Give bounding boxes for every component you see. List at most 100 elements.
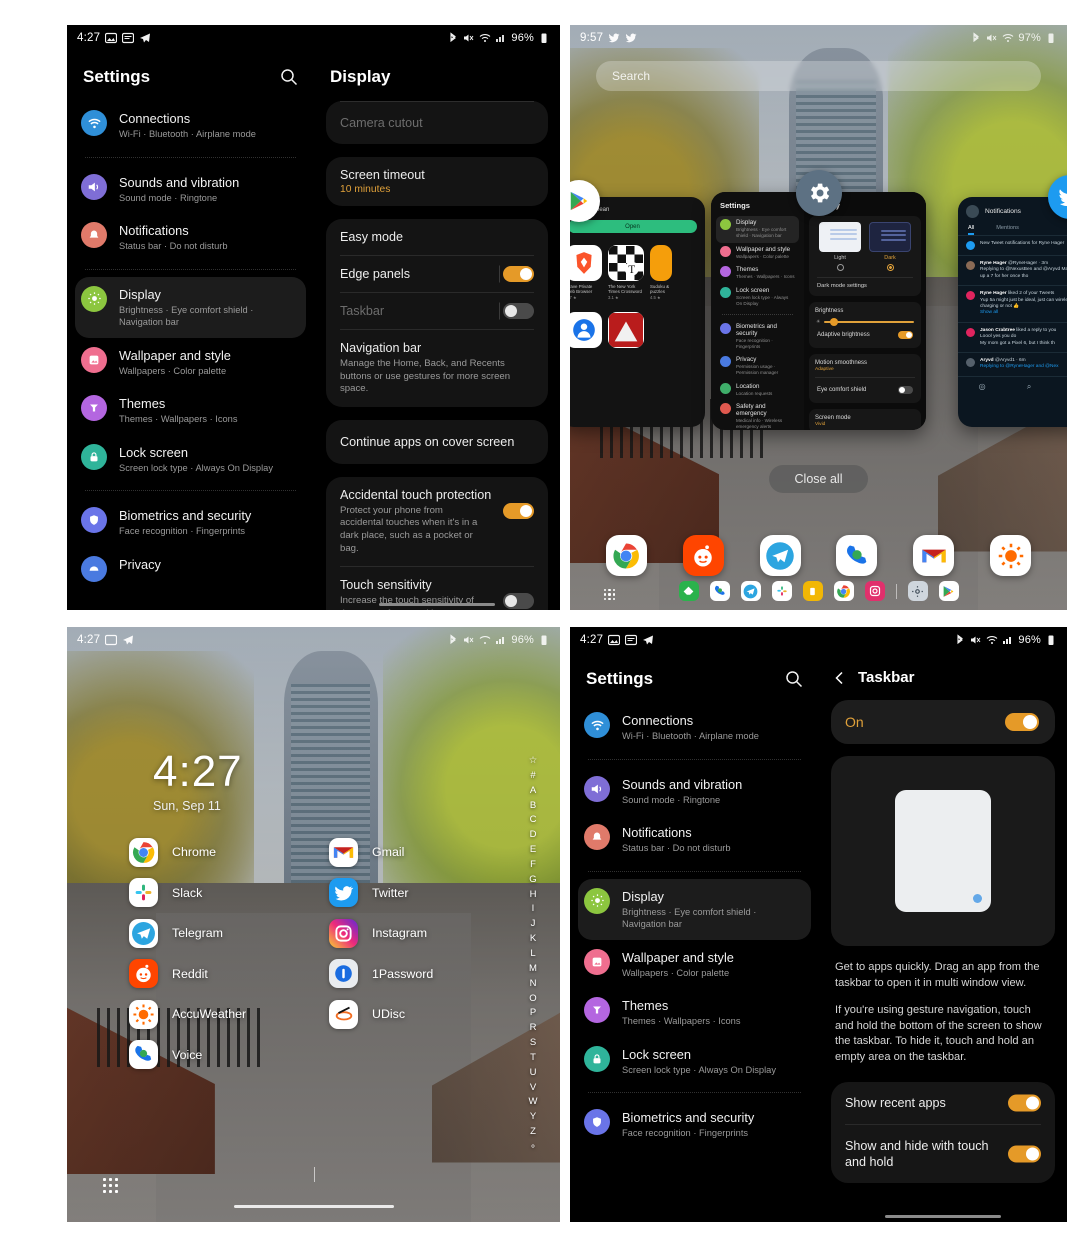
- twitter-tabs[interactable]: All Mentions: [958, 222, 1067, 235]
- play-store-app[interactable]: Brave Private Web Browser 4.7 ★: [570, 245, 602, 300]
- search-icon[interactable]: [280, 68, 298, 86]
- sidebar-item-lock-screen[interactable]: Lock screen Screen lock type · Always On…: [67, 435, 314, 484]
- alpha-item[interactable]: L: [530, 948, 535, 959]
- app-item-gmail[interactable]: Gmail: [329, 832, 529, 873]
- sidebar-item-sounds-and-vibration[interactable]: Sounds and vibration Sound mode · Ringto…: [67, 165, 314, 214]
- taskbar-detail[interactable]: Taskbar On Get to apps quickly. Drag an …: [819, 653, 1067, 1222]
- play-store-open-button[interactable]: Open: [570, 220, 697, 233]
- alpha-item[interactable]: #: [530, 770, 535, 781]
- camera-cutout-row[interactable]: Camera cutout: [326, 102, 548, 144]
- tab-mentions[interactable]: Mentions: [996, 225, 1019, 235]
- alpha-item[interactable]: S: [530, 1037, 536, 1048]
- mini-screen-mode-card[interactable]: Screen mode Vivid: [809, 409, 921, 430]
- sidebar-item-themes[interactable]: Themes Themes · Wallpapers · Icons: [67, 386, 314, 435]
- alpha-item[interactable]: Z: [530, 1126, 536, 1137]
- slack-icon[interactable]: [771, 581, 792, 601]
- alpha-item[interactable]: R: [530, 1022, 537, 1033]
- search-icon[interactable]: ⌕: [1027, 382, 1031, 392]
- feedly-icon[interactable]: [678, 581, 699, 601]
- voice-icon[interactable]: [709, 581, 730, 601]
- notification-item[interactable]: Ryne Hager liked 2 of your Tweets Yup 5a…: [958, 285, 1067, 322]
- alpha-item[interactable]: ∘: [530, 1141, 536, 1152]
- continue-apps-row[interactable]: Continue apps on cover screen: [326, 420, 548, 464]
- spaces-icon[interactable]: ◎: [979, 382, 986, 392]
- voice-icon[interactable]: [836, 535, 878, 576]
- alpha-item[interactable]: W: [529, 1096, 538, 1107]
- sidebar-item-display[interactable]: Display Brightness · Eye comfort shield …: [75, 276, 306, 338]
- sidebar-item-biometrics-and-security[interactable]: Biometrics and security Face recognition…: [67, 498, 314, 547]
- clock-widget[interactable]: 4:27: [153, 747, 243, 797]
- sidebar-item-themes[interactable]: Themes Themes · Wallpapers · Icons: [570, 988, 819, 1037]
- alpha-item[interactable]: E: [530, 844, 536, 855]
- show-hide-touch-hold-row[interactable]: Show and hide with touch and hold: [831, 1125, 1055, 1183]
- camera-cutout-card[interactable]: Camera cutout: [326, 101, 548, 144]
- taskbar-toggle[interactable]: [503, 303, 534, 319]
- show-recent-apps-row[interactable]: Show recent apps: [831, 1082, 1055, 1124]
- navigation-bar-row[interactable]: Navigation bar Manage the Home, Back, an…: [326, 330, 548, 407]
- home-indicator[interactable]: [885, 1214, 1001, 1218]
- mini-brightness-card[interactable]: Brightness ☀ Adaptive brightness: [809, 302, 921, 348]
- alpha-item[interactable]: A: [530, 785, 536, 796]
- tab-all[interactable]: All: [968, 225, 975, 235]
- sidebar-item-biometrics-and-security[interactable]: Biometrics and security Face recognition…: [570, 1100, 819, 1149]
- adaptive-brightness-row[interactable]: Adaptive brightness: [815, 328, 915, 342]
- alpha-item[interactable]: D: [530, 829, 537, 840]
- sidebar-item-display[interactable]: Display Brightness · Eye comfort shield …: [578, 878, 811, 940]
- avatar[interactable]: [966, 261, 975, 270]
- instagram-icon[interactable]: [864, 581, 885, 601]
- dark-mode-option[interactable]: Dark: [869, 222, 911, 271]
- home-dock[interactable]: [570, 535, 1067, 576]
- play-store-app[interactable]: T The New York Times Crossword 3.1 ★: [608, 245, 644, 300]
- taskbar[interactable]: [570, 578, 1067, 604]
- home-indicator[interactable]: [379, 602, 495, 606]
- alpha-item[interactable]: G: [529, 874, 536, 885]
- mini-item-display[interactable]: Display Brightness · Eye comfort shield …: [716, 216, 799, 243]
- sidebar-item-notifications[interactable]: Notifications Status bar · Do not distur…: [67, 213, 314, 262]
- mini-item-themes[interactable]: Themes Themes · Wallpapers · Icons: [716, 263, 799, 284]
- easy-mode-row[interactable]: Easy mode: [326, 219, 548, 255]
- taskbar-row[interactable]: Taskbar: [326, 293, 548, 329]
- alpha-item[interactable]: Y: [530, 1111, 536, 1122]
- notification-item[interactable]: Jason Crabtree liked a reply to you Looo…: [958, 321, 1067, 352]
- play-store-app[interactable]: Sudoku & puzzles 4.5 ★: [650, 245, 672, 300]
- app-item-chrome[interactable]: Chrome: [129, 832, 329, 873]
- alpha-item[interactable]: T: [530, 1052, 536, 1063]
- mini-item-safety[interactable]: Safety and emergency Medical info · Wire…: [716, 400, 799, 430]
- app-item-telegram[interactable]: Telegram: [129, 913, 329, 954]
- mini-item-lock-screen[interactable]: Lock screen Screen lock type · Always On…: [716, 284, 799, 311]
- onepassword-icon[interactable]: [802, 581, 823, 601]
- sidebar-item-connections[interactable]: Connections Wi-Fi · Bluetooth · Airplane…: [67, 101, 314, 150]
- date-widget[interactable]: Sun, Sep 11: [153, 799, 221, 813]
- telegram-icon[interactable]: [759, 535, 801, 576]
- alpha-item[interactable]: I: [532, 903, 535, 914]
- chrome-icon[interactable]: [833, 581, 854, 601]
- alpha-item[interactable]: N: [530, 978, 537, 989]
- settings-app-badge[interactable]: [796, 170, 842, 216]
- edge-panels-toggle[interactable]: [503, 266, 534, 282]
- accidental-touch-toggle[interactable]: [503, 502, 534, 519]
- taskbar-on-card[interactable]: On: [831, 700, 1055, 744]
- alpha-item[interactable]: V: [530, 1082, 536, 1093]
- dark-mode-settings-link[interactable]: Dark mode settings: [815, 278, 915, 290]
- mini-item-biometrics[interactable]: Biometrics and security Face recognition…: [716, 319, 799, 353]
- app-item-instagram[interactable]: Instagram: [329, 913, 529, 954]
- mini-item-wallpaper[interactable]: Wallpaper and style Wallpapers · Color p…: [716, 243, 799, 264]
- dark-radio[interactable]: [886, 264, 894, 271]
- mini-mode-card[interactable]: Light Dark Dark mode settings: [809, 216, 921, 296]
- play-store-app[interactable]: [570, 311, 602, 348]
- alpha-item[interactable]: F: [530, 859, 536, 870]
- app-item-1password[interactable]: 1Password: [329, 954, 529, 995]
- chrome-icon[interactable]: [605, 535, 647, 576]
- edge-panels-row[interactable]: Edge panels: [326, 256, 548, 292]
- accidental-touch-row[interactable]: Accidental touch protection Protect your…: [326, 477, 548, 566]
- alpha-item[interactable]: M: [529, 963, 537, 974]
- recent-card-play-store[interactable]: her · fresh/clean Open Brave Private Web…: [570, 197, 705, 427]
- sidebar-item-notifications[interactable]: Notifications Status bar · Do not distur…: [570, 815, 819, 864]
- light-radio[interactable]: [836, 264, 844, 271]
- app-item-slack[interactable]: Slack: [129, 873, 329, 914]
- brightness-slider[interactable]: ☀: [816, 318, 914, 327]
- alpha-item[interactable]: O: [529, 993, 536, 1004]
- notification-item[interactable]: New Tweet notifications for Ryne Hager: [958, 235, 1067, 255]
- alpha-item[interactable]: B: [530, 800, 536, 811]
- touch-sensitivity-toggle[interactable]: [503, 593, 534, 610]
